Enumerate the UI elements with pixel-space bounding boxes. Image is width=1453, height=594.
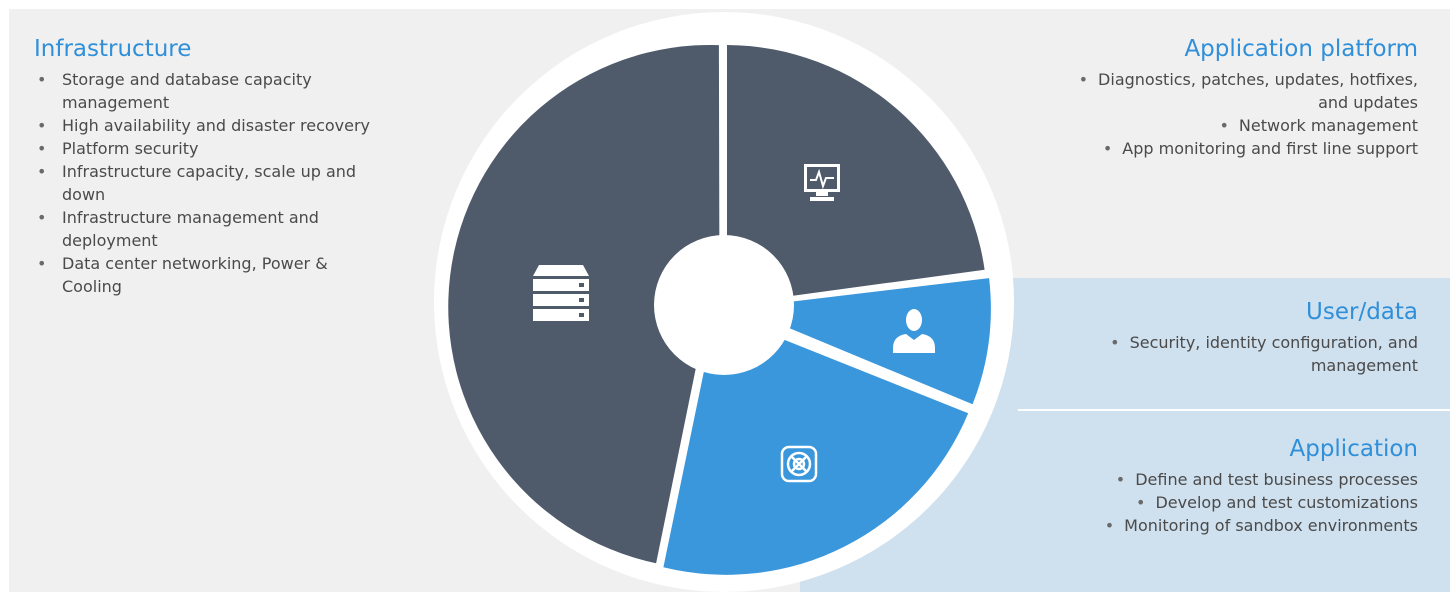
responsibility-wheel	[434, 12, 1014, 592]
diagram-canvas: Infrastructure Storage and database capa…	[0, 0, 1453, 594]
wheel-center-hole	[654, 235, 794, 375]
